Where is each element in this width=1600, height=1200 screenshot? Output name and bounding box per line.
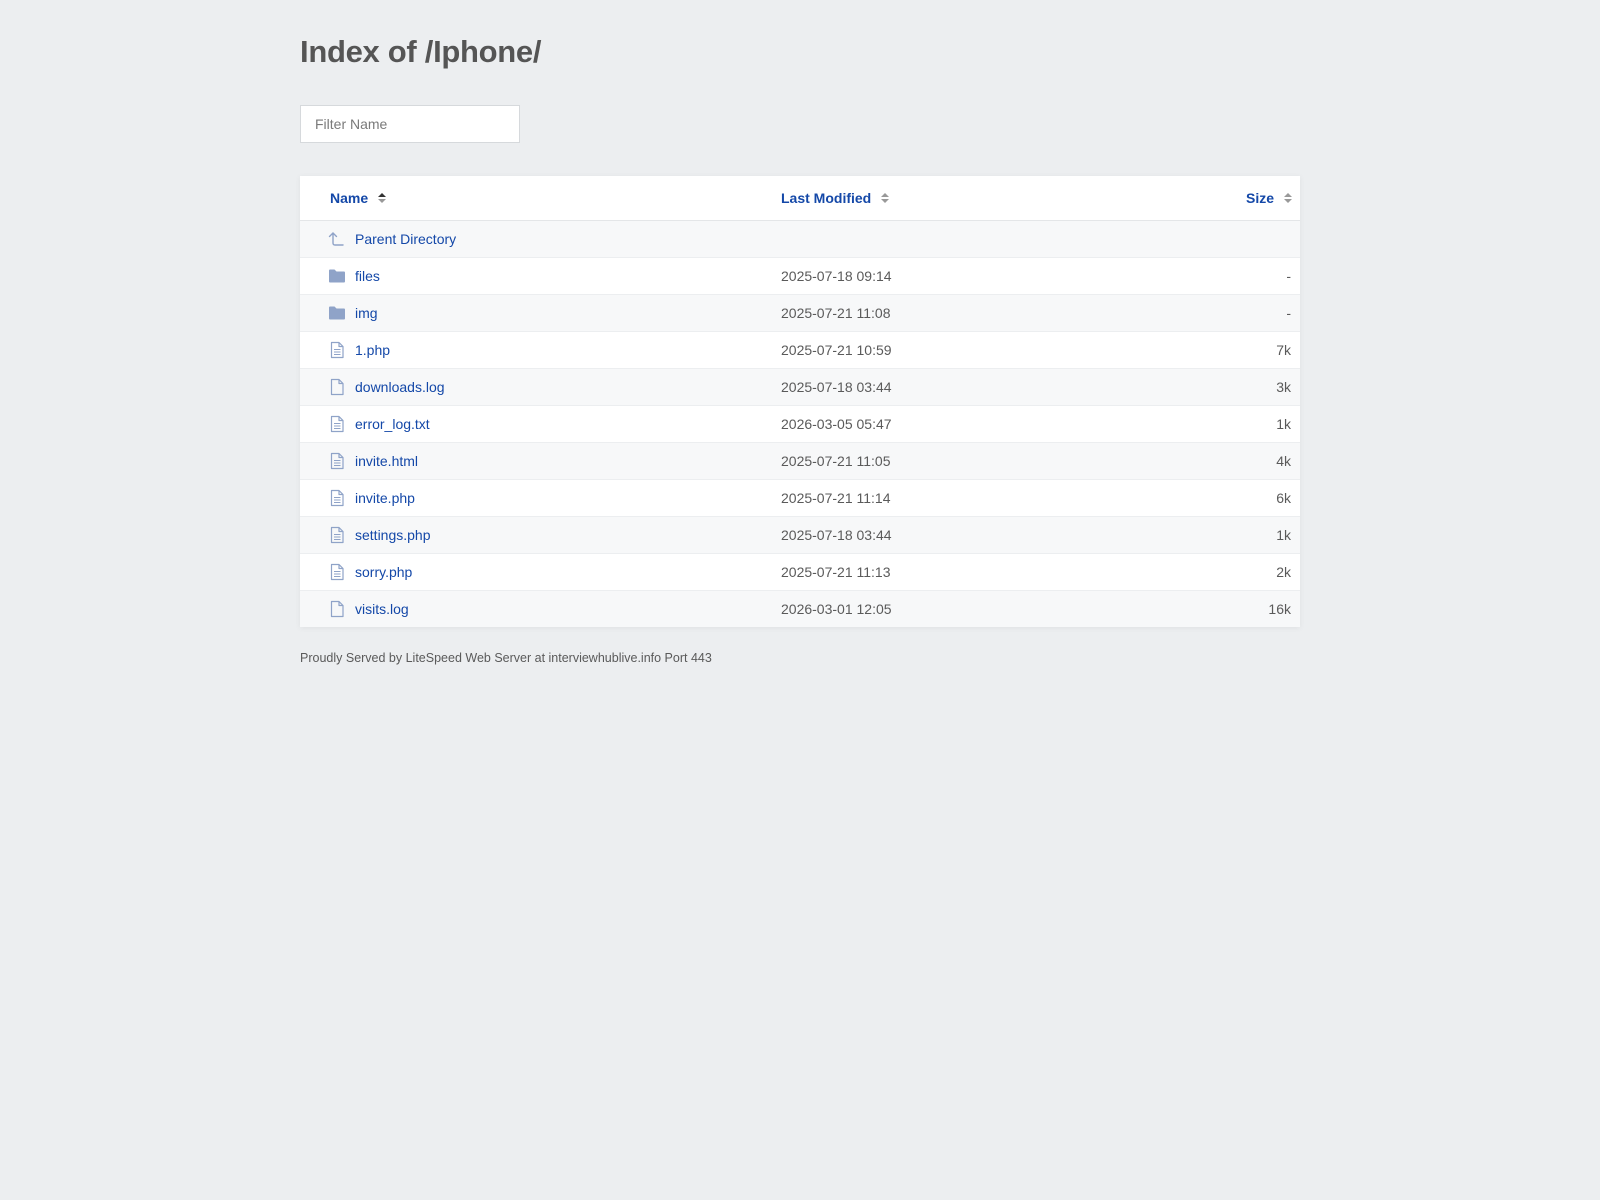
parent-directory-link[interactable]: Parent Directory	[355, 231, 456, 247]
text-file-icon	[328, 526, 346, 544]
folder-icon	[328, 267, 346, 285]
size-cell: 1k	[1276, 527, 1291, 543]
server-footer: Proudly Served by LiteSpeed Web Server a…	[300, 651, 712, 665]
table-row[interactable]: invite.html 2025-07-21 11:05 4k	[300, 443, 1300, 480]
sort-by-name-header[interactable]: Name	[330, 190, 387, 206]
file-name-link[interactable]: sorry.php	[355, 564, 412, 580]
size-cell: 2k	[1276, 564, 1291, 580]
sort-icon	[881, 193, 890, 204]
text-file-icon	[328, 415, 346, 433]
file-name-link[interactable]: img	[355, 305, 378, 321]
table-row[interactable]: sorry.php 2025-07-21 11:13 2k	[300, 554, 1300, 591]
sort-icon	[1284, 193, 1292, 204]
directory-table: Name Last Modified Size Parent Directory…	[300, 176, 1300, 627]
last-modified-cell: 2025-07-18 09:14	[781, 268, 892, 284]
text-file-icon	[328, 563, 346, 581]
file-name-link[interactable]: files	[355, 268, 380, 284]
last-modified-cell: 2026-03-05 05:47	[781, 416, 892, 432]
sort-icon	[378, 193, 387, 204]
size-cell: -	[1286, 268, 1291, 284]
parent-directory-row[interactable]: Parent Directory	[300, 221, 1300, 258]
file-name-link[interactable]: settings.php	[355, 527, 431, 543]
table-row[interactable]: 1.php 2025-07-21 10:59 7k	[300, 332, 1300, 369]
size-cell: 6k	[1276, 490, 1291, 506]
size-cell: 4k	[1276, 453, 1291, 469]
table-row[interactable]: files 2025-07-18 09:14 -	[300, 258, 1300, 295]
page-title: Index of /Iphone/	[300, 34, 542, 69]
last-modified-cell: 2026-03-01 12:05	[781, 601, 892, 617]
text-file-icon	[328, 489, 346, 507]
last-modified-cell: 2025-07-21 11:14	[781, 490, 891, 506]
file-name-link[interactable]: 1.php	[355, 342, 390, 358]
file-name-link[interactable]: invite.html	[355, 453, 418, 469]
text-file-icon	[328, 341, 346, 359]
folder-icon	[328, 304, 346, 322]
file-name-link[interactable]: visits.log	[355, 601, 409, 617]
table-header: Name Last Modified Size	[300, 176, 1300, 221]
last-modified-cell: 2025-07-18 03:44	[781, 527, 892, 543]
size-cell: -	[1286, 305, 1291, 321]
file-name-link[interactable]: downloads.log	[355, 379, 445, 395]
modified-header-label: Last Modified	[781, 190, 872, 206]
last-modified-cell: 2025-07-21 11:05	[781, 453, 891, 469]
table-body: Parent Directory files 2025-07-18 09:14 …	[300, 221, 1300, 627]
name-header-label: Name	[330, 190, 369, 206]
arrow-up-icon	[328, 230, 346, 248]
sort-by-size-header[interactable]: Size	[1246, 190, 1292, 206]
table-row[interactable]: settings.php 2025-07-18 03:44 1k	[300, 517, 1300, 554]
text-file-icon	[328, 452, 346, 470]
last-modified-cell: 2025-07-18 03:44	[781, 379, 892, 395]
size-cell: 1k	[1276, 416, 1291, 432]
last-modified-cell: 2025-07-21 10:59	[781, 342, 892, 358]
size-cell: 7k	[1276, 342, 1291, 358]
file-name-link[interactable]: error_log.txt	[355, 416, 430, 432]
sort-by-modified-header[interactable]: Last Modified	[781, 190, 890, 206]
size-cell: 16k	[1268, 601, 1291, 617]
table-row[interactable]: error_log.txt 2026-03-05 05:47 1k	[300, 406, 1300, 443]
size-header-label: Size	[1245, 190, 1274, 206]
blank-file-icon	[328, 600, 346, 618]
last-modified-cell: 2025-07-21 11:08	[781, 305, 891, 321]
table-row[interactable]: downloads.log 2025-07-18 03:44 3k	[300, 369, 1300, 406]
table-row[interactable]: img 2025-07-21 11:08 -	[300, 295, 1300, 332]
blank-file-icon	[328, 378, 346, 396]
table-row[interactable]: visits.log 2026-03-01 12:05 16k	[300, 591, 1300, 627]
file-name-link[interactable]: invite.php	[355, 490, 415, 506]
table-row[interactable]: invite.php 2025-07-21 11:14 6k	[300, 480, 1300, 517]
size-cell: 3k	[1276, 379, 1291, 395]
last-modified-cell: 2025-07-21 11:13	[781, 564, 891, 580]
filter-name-input[interactable]	[300, 105, 520, 143]
